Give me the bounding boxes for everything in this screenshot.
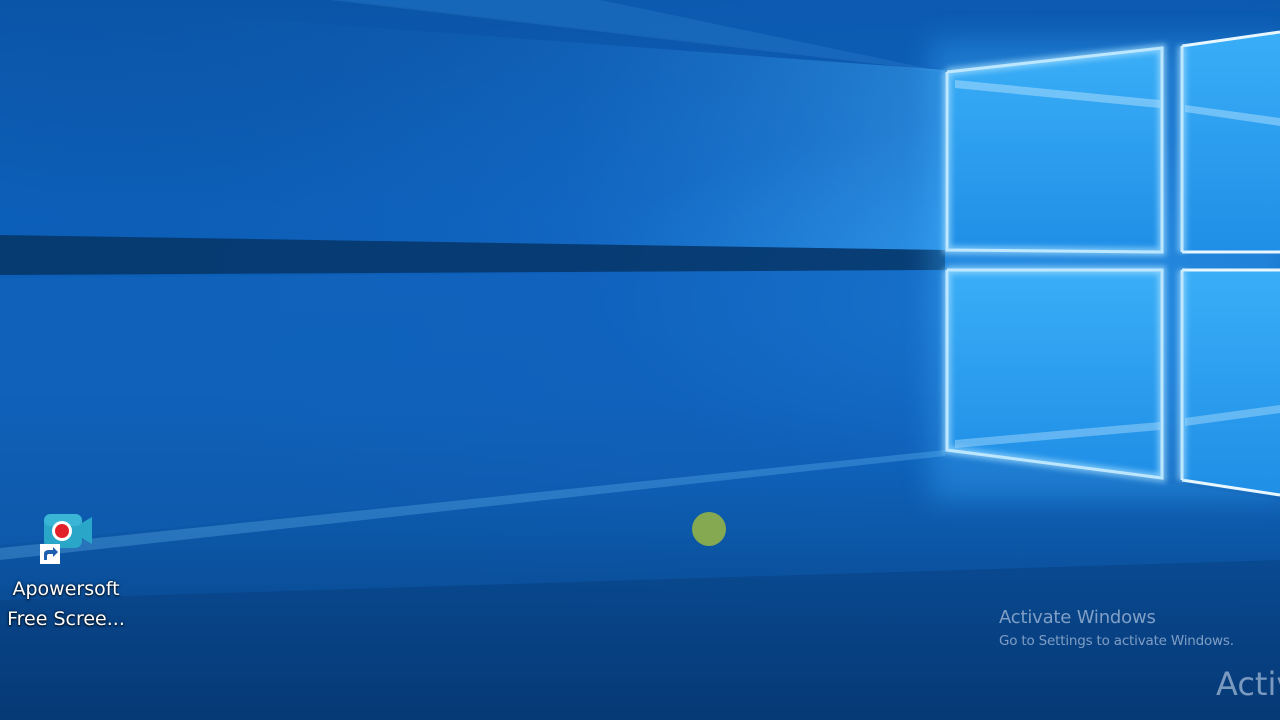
activate-windows-echo-text: Activ <box>1216 665 1280 703</box>
desktop-shortcut-label-line2: Free Scree... <box>7 608 125 630</box>
activate-windows-title: Activate Windows <box>999 607 1156 628</box>
desktop-shortcut-apowersoft[interactable]: Apowersoft Free Scree... <box>6 510 126 632</box>
apowersoft-screen-recorder-icon <box>36 510 96 568</box>
activate-windows-subtitle: Go to Settings to activate Windows. <box>999 633 1234 649</box>
desktop-shortcut-label-line1: Apowersoft <box>12 578 120 600</box>
cursor-highlight <box>692 512 726 546</box>
activate-windows-watermark: Activate Windows Go to Settings to activ… <box>999 605 1234 651</box>
desktop-shortcut-label: Apowersoft Free Scree... <box>6 574 126 634</box>
desktop[interactable]: Apowersoft Free Scree... Activate Window… <box>0 0 1280 720</box>
